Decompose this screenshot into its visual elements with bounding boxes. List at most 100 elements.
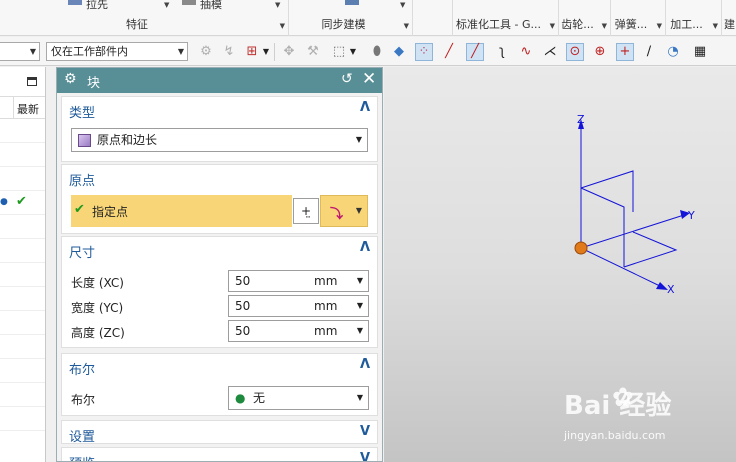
- inferred-point-icon: ⤵: [330, 207, 344, 222]
- move-icon[interactable]: ✥: [280, 43, 298, 61]
- section-preview[interactable]: 预览 ᐯ: [61, 447, 378, 461]
- cube-view-icon[interactable]: ◆: [390, 43, 408, 61]
- select-feature-icon[interactable]: ⚙: [197, 43, 215, 61]
- selection-scope-select[interactable]: 仅在工作部件内 ▼: [46, 42, 188, 61]
- chevron-down-icon[interactable]: ▼: [262, 43, 270, 61]
- origin-point-icon[interactable]: [574, 241, 588, 255]
- table-row[interactable]: [0, 119, 45, 143]
- rectangle-select-icon[interactable]: ⬚: [330, 43, 348, 61]
- ribbon-group-label: 齿轮...: [561, 18, 594, 31]
- cross-point-icon[interactable]: +: [616, 43, 634, 61]
- intersection-icon[interactable]: ⋌: [541, 43, 559, 61]
- chevron-down-icon[interactable]: ᐯ: [360, 424, 370, 439]
- section-boolean-header[interactable]: 布尔 ᐱ: [62, 354, 377, 378]
- shaded-view-icon[interactable]: ⬮: [368, 43, 386, 61]
- inferred-point-dropdown[interactable]: ⤵ ▼: [320, 195, 368, 227]
- line-snap-icon[interactable]: ╱: [466, 43, 484, 61]
- line-icon[interactable]: ╱: [440, 43, 458, 61]
- specify-point-row[interactable]: ✔ 指定点: [71, 195, 292, 227]
- ribbon-group-gear[interactable]: 齿轮... ▼: [559, 0, 611, 36]
- column-divider: [13, 97, 14, 119]
- chevron-up-icon[interactable]: ᐱ: [360, 100, 370, 115]
- chevron-down-icon[interactable]: ▼: [280, 22, 285, 30]
- block-type-select[interactable]: 原点和边长 ▼: [71, 128, 368, 152]
- ribbon-group-process[interactable]: 加工... ▼: [666, 0, 722, 36]
- dialog-titlebar[interactable]: ⚙ 块 ↺ ✕: [57, 68, 382, 93]
- ribbon-group-build[interactable]: 建: [722, 0, 736, 36]
- chevron-down-icon[interactable]: ▼: [657, 22, 662, 30]
- chevron-down-icon: ▼: [356, 393, 363, 402]
- chevron-down-icon[interactable]: ▼: [349, 43, 357, 61]
- table-row[interactable]: ● ✔: [0, 191, 45, 215]
- x-axis: [580, 247, 663, 288]
- baidu-watermark: Bai 经验 ✿: [564, 383, 671, 422]
- ribbon-group-spring[interactable]: 弹簧... ▼: [611, 0, 666, 36]
- ribbon: 拉先 抽模 ▼ ▼ ▼ 特征 ▼ 同步建模 ▼ 标准化工具 - G... ▼ 齿…: [0, 0, 736, 36]
- ribbon-group-std[interactable]: 标准化工具 - G... ▼: [453, 0, 559, 36]
- navigator-column-header[interactable]: 最新: [0, 97, 45, 119]
- section-settings-header[interactable]: 设置 ᐯ: [62, 421, 377, 445]
- ribbon-group-feature[interactable]: 特征 ▼: [0, 0, 289, 36]
- curve-icon[interactable]: ʅ: [493, 43, 511, 61]
- type-filter-select[interactable]: ▼: [0, 42, 40, 61]
- chevron-down-icon[interactable]: ▼: [357, 296, 363, 316]
- chevron-down-icon[interactable]: ▼: [357, 271, 363, 291]
- snap-points-icon[interactable]: ⁘: [415, 43, 433, 61]
- column-latest: 最新: [17, 103, 39, 116]
- component-icon[interactable]: ⚒: [304, 43, 322, 61]
- graphics-viewport[interactable]: Z Y X Bai 经验 ✿ jingyan.baidu.com: [384, 67, 736, 462]
- block-type-value: 原点和边长: [97, 133, 158, 147]
- chevron-down-icon: ▼: [177, 47, 184, 56]
- close-icon[interactable]: ✕: [362, 69, 376, 89]
- chevron-down-icon[interactable]: ▼: [404, 22, 409, 30]
- gear-icon[interactable]: ⚙: [64, 71, 77, 87]
- slash-icon[interactable]: ∕: [640, 43, 658, 61]
- select-box-icon[interactable]: ⊞: [243, 43, 261, 61]
- chevron-down-icon[interactable]: ▼: [550, 22, 555, 30]
- section-settings[interactable]: 设置 ᐯ: [61, 420, 378, 445]
- chevron-down-icon[interactable]: ▼: [602, 22, 607, 30]
- table-row[interactable]: [0, 335, 45, 359]
- point-constructor-icon: +̤: [300, 204, 312, 218]
- table-row[interactable]: [0, 143, 45, 167]
- snap-icon[interactable]: ↯: [220, 43, 238, 61]
- table-row[interactable]: [0, 167, 45, 191]
- spline-icon[interactable]: ∿: [517, 43, 535, 61]
- reset-icon[interactable]: ↺: [341, 71, 353, 87]
- chevron-down-icon[interactable]: ᐯ: [360, 451, 370, 461]
- view-triad-icon[interactable]: ◔: [664, 43, 682, 61]
- maximize-icon[interactable]: [27, 77, 37, 86]
- section-origin-header[interactable]: 原点: [62, 165, 377, 189]
- ribbon-group-sync[interactable]: 同步建模 ▼: [289, 0, 413, 36]
- layer-icon[interactable]: ▦: [691, 43, 709, 61]
- height-label: 高度 (ZC): [71, 326, 125, 340]
- length-value: 50: [235, 274, 251, 288]
- ribbon-group-label: 特征: [126, 18, 148, 31]
- table-row[interactable]: [0, 263, 45, 287]
- chevron-down-icon[interactable]: ▼: [357, 321, 363, 341]
- point-dialog-button[interactable]: +̤: [293, 198, 319, 224]
- chevron-up-icon[interactable]: ᐱ: [360, 357, 370, 372]
- section-dimensions-header[interactable]: 尺寸 ᐱ: [62, 237, 377, 261]
- table-row[interactable]: [0, 215, 45, 239]
- section-type-header[interactable]: 类型 ᐱ: [62, 97, 377, 121]
- section-preview-header[interactable]: 预览 ᐯ: [62, 448, 377, 461]
- table-row[interactable]: [0, 239, 45, 263]
- table-row[interactable]: [0, 287, 45, 311]
- table-row[interactable]: [0, 407, 45, 431]
- table-row[interactable]: [0, 311, 45, 335]
- width-input[interactable]: 50 mm ▼: [228, 295, 369, 317]
- boolean-select[interactable]: ● 无 ▼: [228, 386, 369, 410]
- width-unit: mm: [314, 299, 338, 313]
- height-input[interactable]: 50 mm ▼: [228, 320, 369, 342]
- chevron-down-icon: ▼: [29, 47, 36, 56]
- chevron-down-icon[interactable]: ▼: [713, 22, 718, 30]
- checkmark-icon: ✔: [16, 194, 27, 209]
- chevron-up-icon[interactable]: ᐱ: [360, 240, 370, 255]
- section-title: 布尔: [69, 363, 96, 378]
- length-input[interactable]: 50 mm ▼: [228, 270, 369, 292]
- center-point-icon[interactable]: ⊙: [566, 43, 584, 61]
- table-row[interactable]: [0, 359, 45, 383]
- table-row[interactable]: [0, 383, 45, 407]
- quadrant-icon[interactable]: ⊕: [591, 43, 609, 61]
